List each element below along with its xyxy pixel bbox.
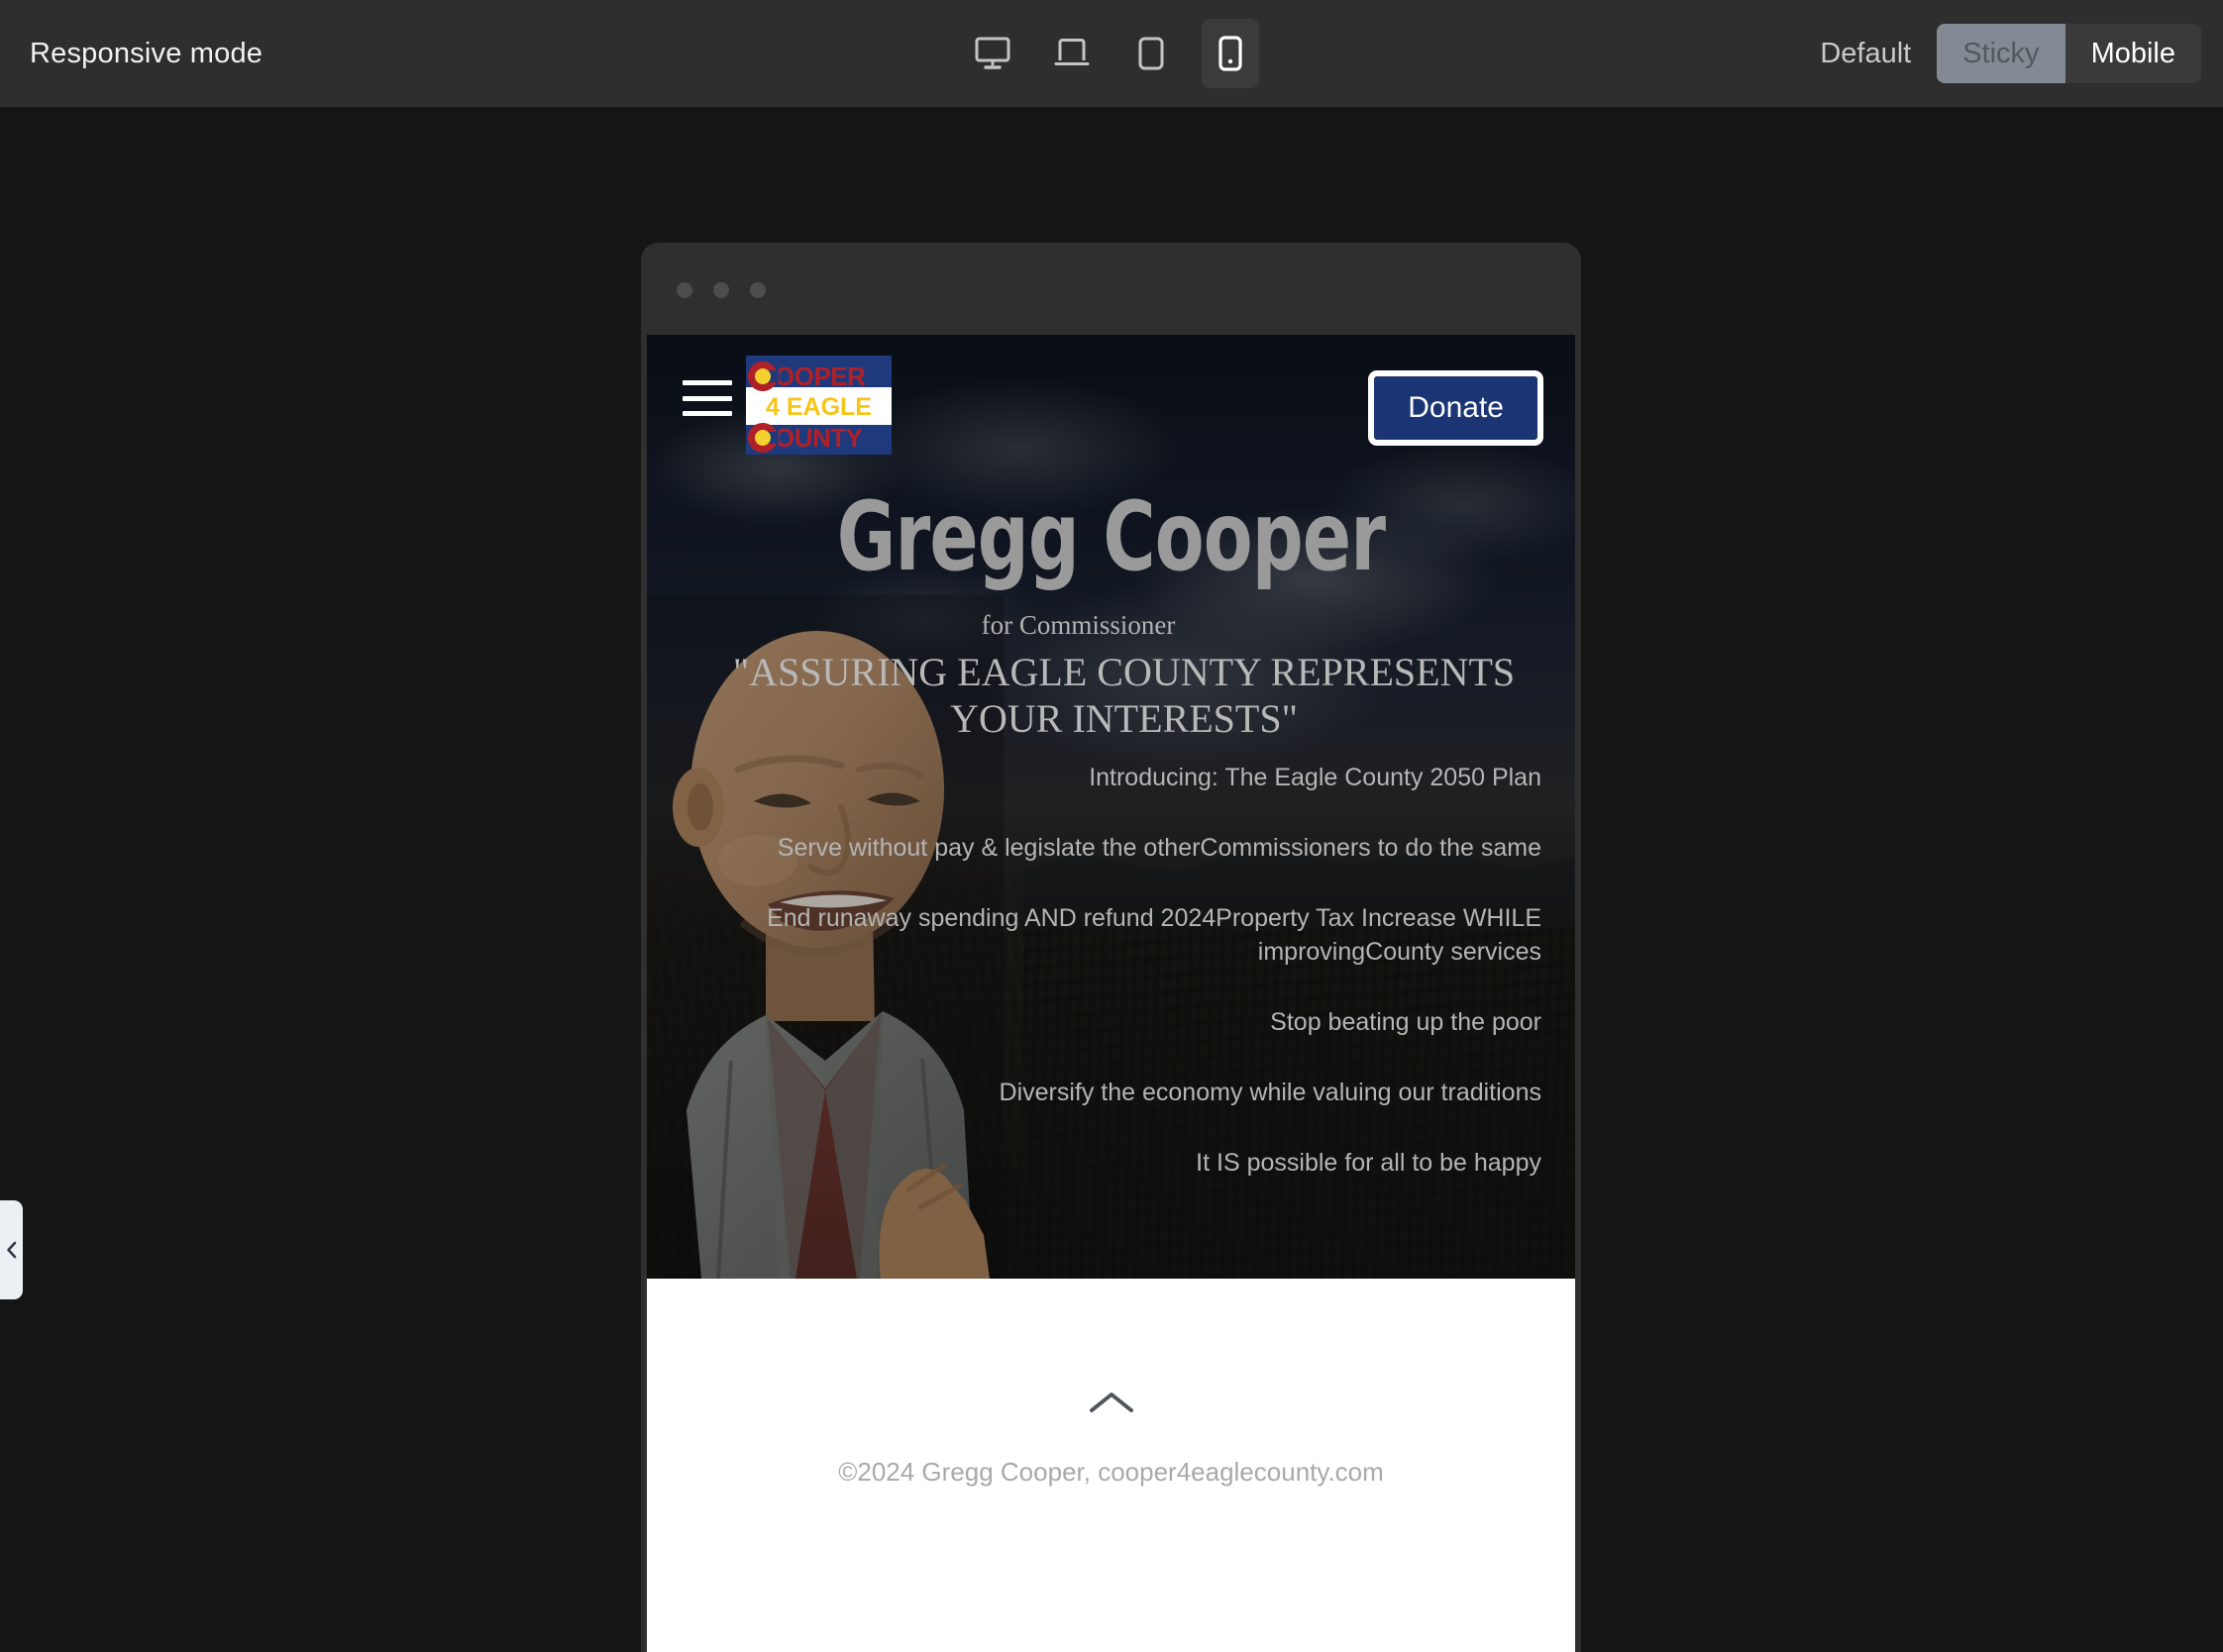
- logo-line-cooper: OOPER: [746, 360, 892, 393]
- mode-mobile-button[interactable]: Mobile: [2064, 24, 2201, 83]
- browser-dot-minimize: [713, 282, 729, 298]
- site-logo[interactable]: OOPER 4 EAGLE OUNTY: [746, 356, 892, 455]
- laptop-icon: [1054, 37, 1090, 70]
- colorado-c-icon-top: [748, 361, 779, 391]
- donate-button[interactable]: Donate: [1368, 370, 1543, 446]
- responsive-mode-toolbar: Responsive mode Default Sticky Mobile: [0, 0, 2223, 107]
- browser-dot-maximize: [750, 282, 766, 298]
- site-viewport: OOPER 4 EAGLE OUNTY Donate Gregg Cooper …: [647, 335, 1575, 1652]
- logo-text-4eagle: 4 EAGLE: [766, 392, 872, 421]
- site-footer: ©2024 Gregg Cooper, cooper4eaglecounty.c…: [647, 1279, 1575, 1652]
- mode-default-button[interactable]: Default: [1794, 38, 1937, 70]
- device-button-mobile[interactable]: [1202, 19, 1259, 88]
- tablet-icon: [1138, 37, 1164, 70]
- logo-line-4eagle: 4 EAGLE: [746, 390, 892, 424]
- device-button-laptop[interactable]: [1043, 19, 1101, 88]
- logo-line-county: OUNTY: [746, 421, 892, 455]
- hamburger-bar-1: [683, 380, 732, 385]
- colorado-c-icon-bottom: [748, 423, 779, 453]
- sidebar-collapse-tab[interactable]: [0, 1200, 23, 1299]
- candidate-portrait: [647, 595, 1004, 1279]
- chevron-up-icon: [1088, 1390, 1135, 1415]
- mode-sticky-button[interactable]: Sticky: [1937, 24, 2065, 83]
- device-button-desktop[interactable]: [964, 19, 1021, 88]
- logo-text-county: OUNTY: [775, 422, 863, 453]
- footer-copyright: ©2024 Gregg Cooper, cooper4eaglecounty.c…: [838, 1457, 1384, 1487]
- viewport-mode-group: Default Sticky Mobile: [1794, 24, 2201, 83]
- hamburger-menu-icon[interactable]: [683, 380, 732, 416]
- hamburger-bar-3: [683, 411, 732, 416]
- chevron-left-icon: [5, 1240, 18, 1260]
- browser-dot-close: [677, 282, 692, 298]
- responsive-mode-title: Responsive mode: [30, 37, 264, 69]
- desktop-monitor-icon: [975, 37, 1010, 70]
- logo-text-cooper: OOPER: [775, 361, 866, 391]
- hero-section: OOPER 4 EAGLE OUNTY Donate Gregg Cooper …: [647, 335, 1575, 1279]
- device-preview-frame: OOPER 4 EAGLE OUNTY Donate Gregg Cooper …: [641, 243, 1581, 1652]
- device-button-tablet[interactable]: [1122, 19, 1180, 88]
- device-size-group: [964, 19, 1259, 88]
- scroll-to-top-button[interactable]: [1088, 1390, 1135, 1415]
- mobile-phone-icon: [1218, 36, 1242, 71]
- hamburger-bar-2: [683, 395, 732, 401]
- browser-traffic-lights: [677, 282, 766, 298]
